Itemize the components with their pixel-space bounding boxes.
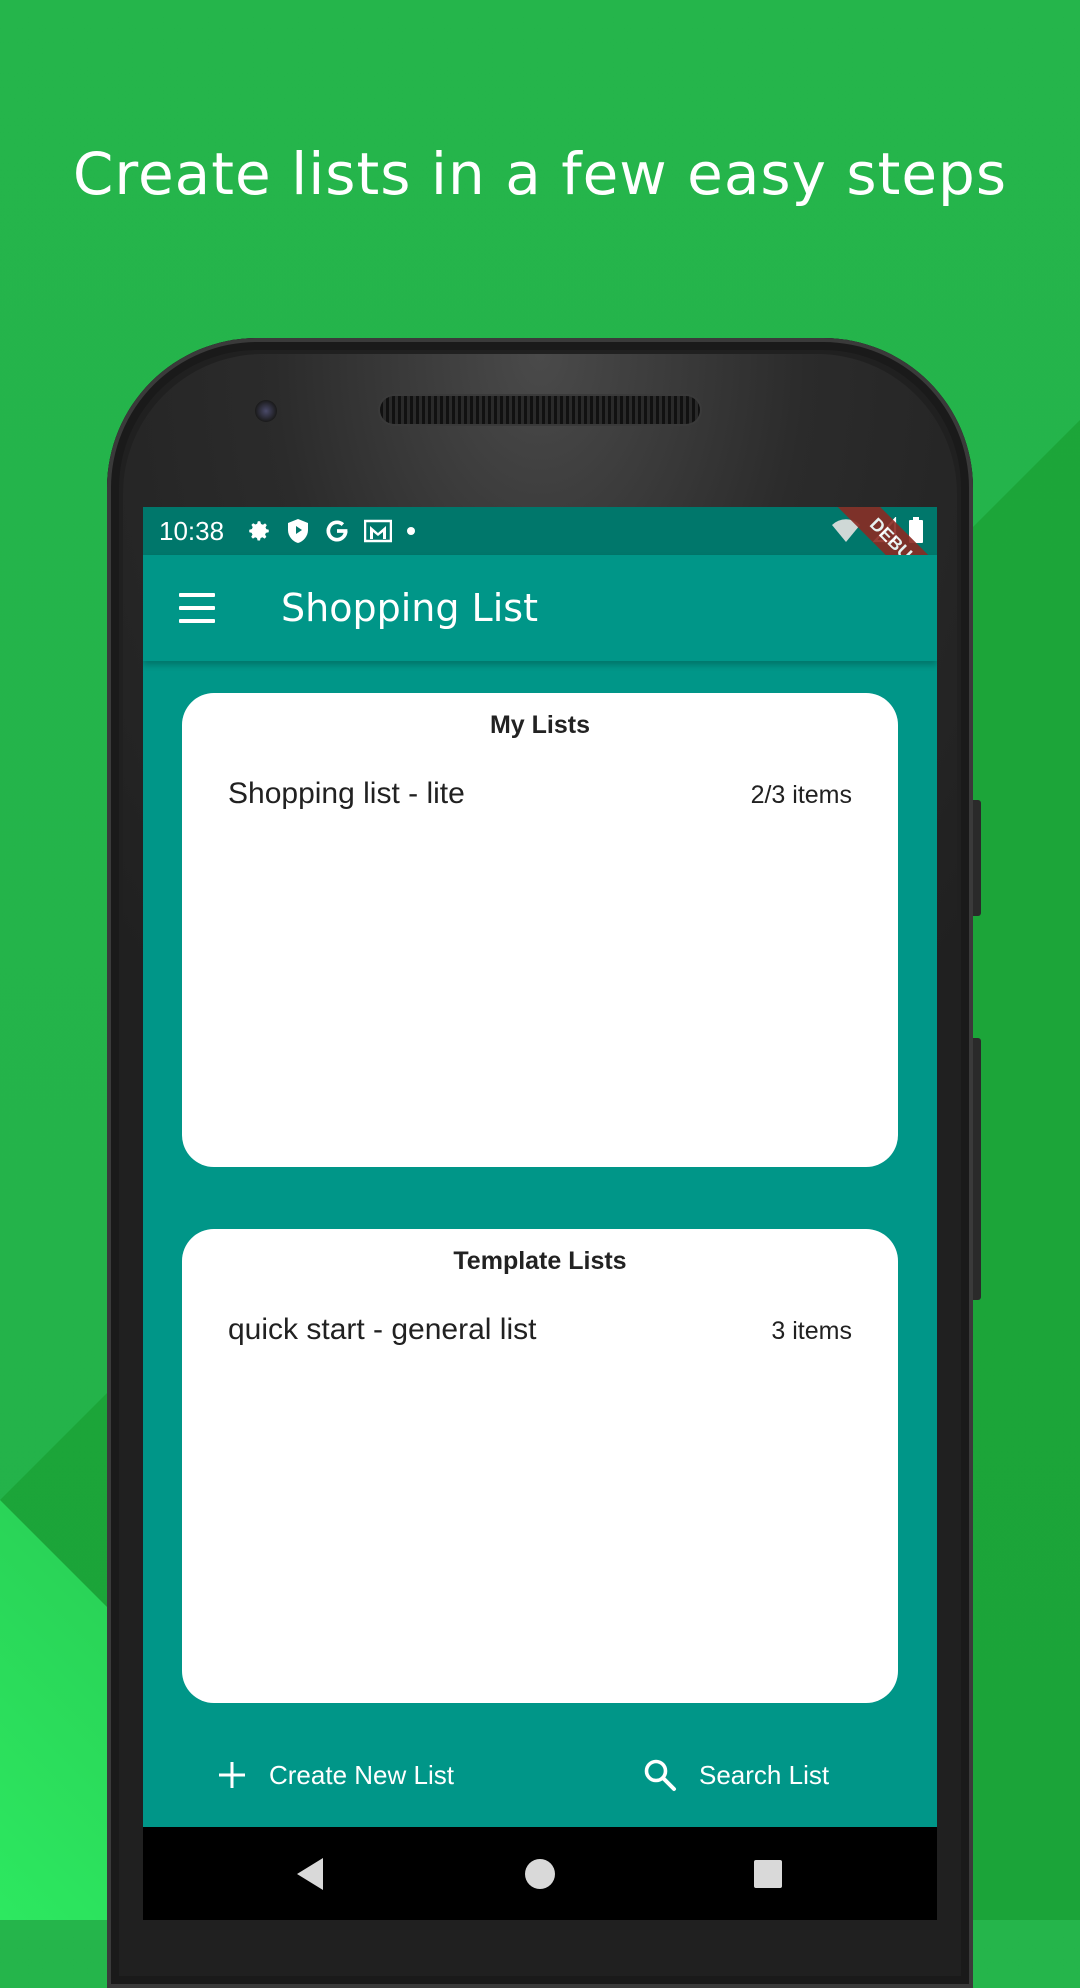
list-item-count: 2/3 items xyxy=(750,781,852,809)
search-list-button[interactable]: Search List xyxy=(643,1747,829,1803)
search-icon xyxy=(643,1758,677,1792)
bottom-actions: Create New List Search List xyxy=(143,1737,937,1813)
phone-screen: 10:38 DEBUG Shopping List My Lists Shopp… xyxy=(143,507,937,1920)
menu-icon[interactable] xyxy=(179,593,215,623)
status-time: 10:38 xyxy=(159,515,225,546)
home-icon[interactable] xyxy=(525,1859,555,1889)
my-lists-card: My Lists Shopping list - lite 2/3 items xyxy=(182,693,898,1167)
promo-headline: Create lists in a few easy steps xyxy=(72,140,1008,208)
back-icon[interactable] xyxy=(295,1857,325,1896)
app-bar: Shopping List xyxy=(143,555,937,661)
template-lists-title: Template Lists xyxy=(453,1247,627,1275)
plus-icon xyxy=(217,1760,247,1790)
dot-icon xyxy=(406,526,416,536)
template-lists-card: Template Lists quick start - general lis… xyxy=(182,1229,898,1703)
create-new-list-label: Create New List xyxy=(269,1759,454,1790)
google-icon xyxy=(324,518,350,544)
status-bar: 10:38 DEBUG xyxy=(143,507,937,608)
system-nav-bar xyxy=(143,1827,937,1920)
list-item-count: 3 items xyxy=(771,1317,852,1345)
app-title: Shopping List xyxy=(281,586,538,630)
phone-power-button xyxy=(973,800,981,916)
gmail-icon xyxy=(364,519,393,543)
shield-icon xyxy=(286,518,310,544)
earpiece-speaker xyxy=(380,396,700,424)
search-list-label: Search List xyxy=(699,1759,830,1790)
recent-apps-icon[interactable] xyxy=(754,1860,782,1888)
list-item-name: Shopping list - lite xyxy=(228,777,465,810)
create-new-list-button[interactable]: Create New List xyxy=(217,1747,454,1803)
my-lists-title: My Lists xyxy=(489,711,591,739)
front-camera xyxy=(255,400,277,422)
settings-icon xyxy=(246,518,272,544)
phone-volume-button xyxy=(973,1038,981,1300)
list-item-name: quick start - general list xyxy=(228,1313,537,1346)
